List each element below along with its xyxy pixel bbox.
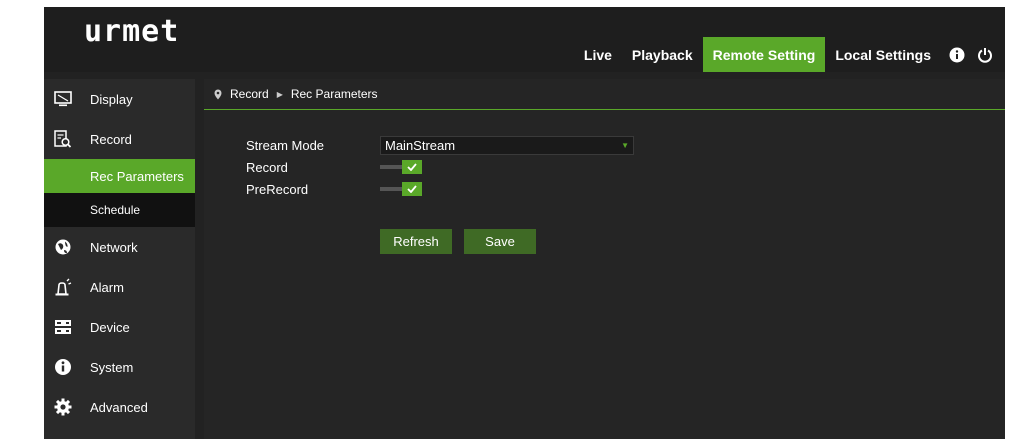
record-label: Record bbox=[246, 159, 288, 175]
sidebar-item-label: Alarm bbox=[90, 279, 124, 295]
sidebar-subitem-rec-parameters[interactable]: Rec Parameters bbox=[44, 159, 195, 193]
app-frame: urmet Live Playback Remote Setting Local… bbox=[44, 7, 1005, 439]
device-icon bbox=[52, 316, 74, 338]
caret-down-icon: ▼ bbox=[621, 140, 629, 150]
info-icon[interactable] bbox=[945, 43, 969, 67]
brand-logo: urmet bbox=[84, 14, 180, 49]
sidebar-item-system[interactable]: System bbox=[44, 347, 195, 387]
checkmark-icon bbox=[402, 182, 422, 196]
sidebar-item-label: Device bbox=[90, 319, 130, 335]
nav-remote-setting[interactable]: Remote Setting bbox=[702, 37, 826, 72]
stream-mode-select[interactable]: MainStream ▼ bbox=[380, 135, 634, 155]
breadcrumb-current: Rec Parameters bbox=[290, 87, 378, 101]
sidebar-item-network[interactable]: Network bbox=[44, 227, 195, 267]
sidebar-item-record[interactable]: Record bbox=[44, 119, 195, 159]
sidebar-item-device[interactable]: Device bbox=[44, 307, 195, 347]
prerecord-row: PreRecord bbox=[246, 178, 634, 200]
stream-mode-label: Stream Mode bbox=[246, 137, 325, 153]
breadcrumb: Record ▶ Rec Parameters bbox=[204, 79, 1005, 110]
sidebar-item-advanced[interactable]: Advanced bbox=[44, 387, 195, 427]
rec-parameters-form: Stream Mode MainStream ▼ Record PreRecor… bbox=[246, 134, 634, 200]
monitor-icon bbox=[52, 88, 74, 110]
stream-mode-value: MainStream bbox=[385, 137, 456, 153]
sidebar-item-alarm[interactable]: Alarm bbox=[44, 267, 195, 307]
toggle-track bbox=[380, 165, 402, 169]
location-pin-icon bbox=[214, 89, 222, 100]
prerecord-toggle[interactable] bbox=[380, 182, 422, 196]
sidebar-subitem-schedule[interactable]: Schedule bbox=[44, 193, 195, 227]
sidebar-item-display[interactable]: Display bbox=[44, 79, 195, 119]
checkmark-icon bbox=[402, 160, 422, 174]
top-nav: Live Playback Remote Setting Local Setti… bbox=[574, 37, 997, 72]
nav-live[interactable]: Live bbox=[574, 37, 622, 72]
record-icon bbox=[52, 128, 74, 150]
sidebar-item-label: System bbox=[90, 359, 134, 375]
sidebar-item-label: Display bbox=[90, 91, 133, 107]
toggle-track bbox=[380, 187, 402, 191]
network-icon bbox=[52, 236, 74, 258]
prerecord-label: PreRecord bbox=[246, 181, 309, 197]
breadcrumb-parent[interactable]: Record bbox=[230, 87, 269, 101]
sidebar: Display Record Rec Parameters Schedule N… bbox=[44, 79, 195, 439]
refresh-button[interactable]: Refresh bbox=[380, 229, 452, 254]
gear-icon bbox=[52, 396, 74, 418]
info-icon bbox=[52, 356, 74, 378]
form-buttons: Refresh Save bbox=[380, 229, 536, 254]
nav-playback[interactable]: Playback bbox=[622, 37, 703, 72]
nav-local-settings[interactable]: Local Settings bbox=[825, 37, 941, 72]
stream-mode-row: Stream Mode MainStream ▼ bbox=[246, 134, 634, 156]
top-bar: urmet Live Playback Remote Setting Local… bbox=[44, 7, 1005, 72]
chevron-right-icon: ▶ bbox=[276, 89, 283, 99]
power-icon[interactable] bbox=[973, 43, 997, 67]
record-toggle[interactable] bbox=[380, 160, 422, 174]
sidebar-item-label: Network bbox=[90, 239, 138, 255]
save-button[interactable]: Save bbox=[464, 229, 536, 254]
sidebar-item-label: Record bbox=[90, 131, 132, 147]
record-row: Record bbox=[246, 156, 634, 178]
sidebar-item-label: Advanced bbox=[90, 399, 148, 415]
alarm-icon bbox=[52, 276, 74, 298]
main-panel: Record ▶ Rec Parameters Stream Mode Main… bbox=[204, 79, 1005, 439]
